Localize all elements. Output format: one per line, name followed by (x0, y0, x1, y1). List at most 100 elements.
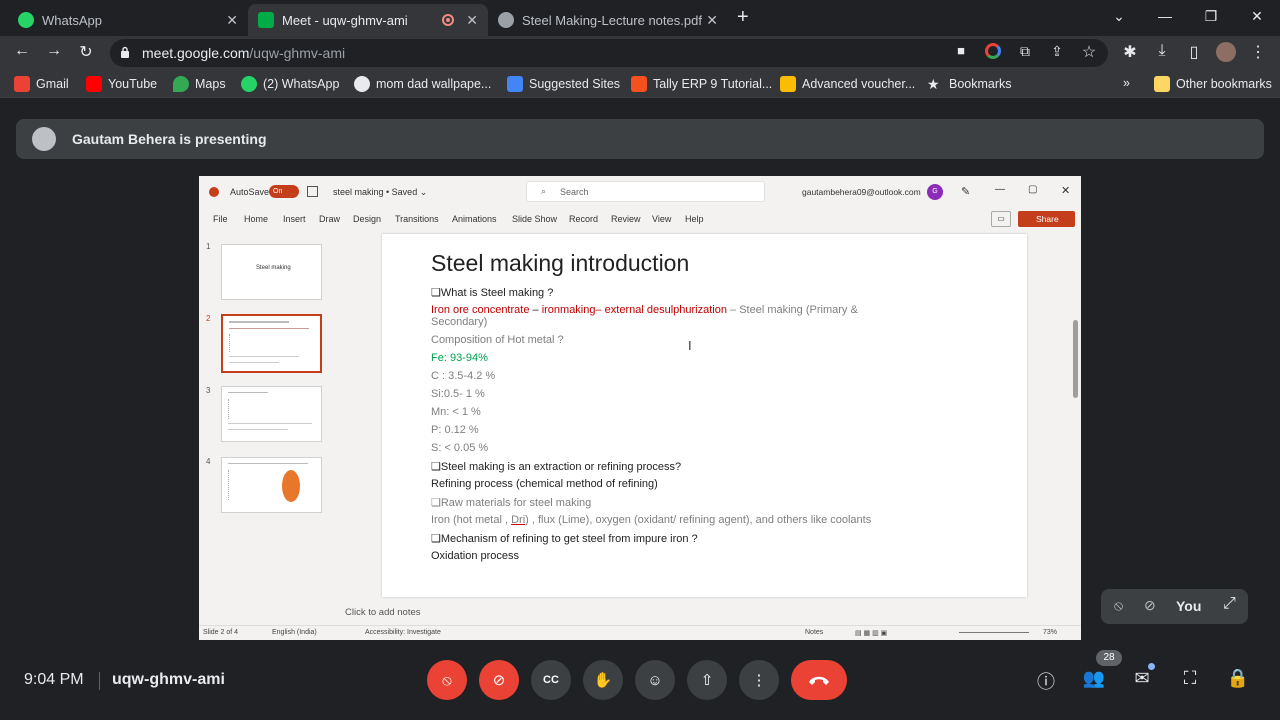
zoom-level[interactable]: 73% (1043, 629, 1057, 636)
people-icon[interactable]: 👥 (1082, 668, 1106, 692)
pen-icon[interactable]: ✎ (961, 185, 970, 198)
camera-icon[interactable]: ■ (950, 43, 972, 58)
mic-toggle-button[interactable]: ⦸ (427, 660, 467, 700)
tab-meet[interactable]: Meet - uqw-ghmv-ami ✕ (248, 4, 488, 36)
camera-toggle-button[interactable]: ⊘ (479, 660, 519, 700)
open-in-new-icon[interactable]: ⧉ (1014, 43, 1036, 60)
back-icon[interactable]: ← (11, 42, 33, 60)
ribbon-tab-home[interactable]: Home (244, 214, 268, 224)
slide-thumb-4[interactable] (221, 457, 322, 513)
tab-pdf[interactable]: Steel Making-Lecture notes.pdf ✕ (488, 4, 728, 36)
extensions-icon[interactable]: ✱ (1119, 42, 1141, 62)
star-icon[interactable]: ☆ (1078, 42, 1100, 62)
divider (99, 672, 100, 690)
mic-off-icon: ⦸ (442, 671, 452, 689)
close-icon[interactable]: ✕ (466, 12, 478, 29)
slide-thumb-2[interactable] (221, 314, 322, 373)
menu-icon[interactable]: ⋮ (1247, 42, 1269, 62)
document-name[interactable]: steel making • Saved ⌄ (333, 187, 427, 198)
end-call-button[interactable] (791, 660, 847, 700)
self-view-tile[interactable]: ⦸ ⊘ You ⤢ (1101, 589, 1248, 624)
status-slide: Slide 2 of 4 (203, 629, 239, 636)
ribbon-tab-review[interactable]: Review (611, 214, 641, 224)
reload-icon[interactable]: ↻ (75, 42, 97, 62)
whatsapp-icon (18, 12, 34, 28)
bookmark-wallpaper[interactable]: mom dad wallpape... (354, 76, 491, 92)
window-close-icon[interactable]: ✕ (1234, 4, 1280, 28)
tab-strip: WhatsApp ✕ Meet - uqw-ghmv-ami ✕ Steel M… (0, 0, 1280, 36)
bookmark-bookmarks[interactable]: ★ Bookmarks (927, 76, 1012, 92)
raise-hand-button[interactable]: ✋ (583, 660, 623, 700)
status-accessibility[interactable]: Accessibility: Investigate (365, 629, 441, 636)
bookmark-youtube[interactable]: YouTube (86, 76, 157, 92)
share-icon[interactable]: ⇪ (1046, 43, 1068, 60)
activities-icon[interactable]: ⛶ (1178, 668, 1202, 692)
close-icon[interactable]: ✕ (226, 12, 238, 29)
thumb-number: 1 (206, 242, 211, 251)
ppt-search[interactable]: ⌕ Search (526, 181, 765, 202)
ribbon-tab-insert[interactable]: Insert (283, 214, 306, 224)
ppt-titlebar: AutoSave On steel making • Saved ⌄ ⌕ Sea… (199, 176, 1081, 208)
bookmarks-overflow[interactable]: » (1123, 76, 1130, 90)
status-language: English (India) (272, 629, 317, 636)
save-icon[interactable] (307, 186, 318, 197)
minimize-icon[interactable]: — (995, 184, 1005, 195)
slide-line: C : 3.5-4.2 % (431, 370, 496, 382)
autosave-toggle[interactable]: On (269, 185, 299, 198)
slide-thumb-3[interactable] (221, 386, 322, 442)
reactions-button[interactable]: ☺ (635, 660, 675, 700)
captions-button[interactable]: CC (531, 660, 571, 700)
bookmark-whatsapp[interactable]: (2) WhatsApp (241, 76, 339, 92)
zoom-slider[interactable] (959, 632, 1029, 633)
host-controls-icon[interactable]: 🔒 (1226, 668, 1250, 692)
thumb-number: 2 (206, 314, 211, 323)
ribbon-tab-file[interactable]: File (213, 214, 228, 224)
close-icon[interactable]: ✕ (1061, 184, 1070, 197)
bookmark-tally[interactable]: Tally ERP 9 Tutorial... (631, 76, 772, 92)
forward-icon[interactable]: → (43, 42, 65, 60)
restore-icon[interactable]: ▢ (1028, 184, 1037, 195)
restore-icon[interactable]: ❐ (1188, 4, 1234, 28)
minimize-icon[interactable]: — (1142, 4, 1188, 28)
profile-avatar[interactable] (1215, 42, 1237, 67)
expand-icon[interactable]: ⤢ (1223, 595, 1236, 613)
notes-button[interactable]: Notes (805, 629, 823, 636)
close-icon[interactable]: ✕ (706, 12, 718, 29)
bookmark-label: mom dad wallpape... (376, 77, 492, 91)
slide-scrollbar[interactable] (1072, 234, 1079, 589)
chat-icon[interactable]: ✉ (1130, 668, 1154, 692)
ribbon-tab-view[interactable]: View (652, 214, 671, 224)
ribbon-tab-design[interactable]: Design (353, 214, 381, 224)
view-icons[interactable]: ▤ ▦ ▥ ▣ (855, 629, 887, 637)
share-button[interactable]: Share (1018, 211, 1075, 227)
bookmark-gmail[interactable]: Gmail (14, 76, 69, 92)
tab-search-icon[interactable]: ⌄ (1096, 4, 1142, 28)
scrollbar-thumb[interactable] (1073, 320, 1078, 398)
present-button[interactable]: ⇧ (687, 660, 727, 700)
bookmark-maps[interactable]: Maps (173, 76, 226, 92)
ribbon-tab-draw[interactable]: Draw (319, 214, 340, 224)
comments-icon[interactable]: ▭ (991, 211, 1011, 227)
ribbon-tab-transitions[interactable]: Transitions (395, 214, 439, 224)
notes-pane[interactable]: Click to add notes (331, 602, 1081, 624)
ribbon-tab-help[interactable]: Help (685, 214, 704, 224)
thumb-line (228, 392, 268, 393)
tab-whatsapp[interactable]: WhatsApp ✕ (8, 4, 248, 36)
slide-thumb-1[interactable]: Steel making (221, 244, 322, 300)
address-bar[interactable]: meet.google.com/uqw-ghmv-ami ■ ⧉ ⇪ ☆ (110, 39, 1108, 67)
side-panel-icon[interactable]: ▯ (1183, 42, 1205, 62)
ribbon-tab-animations[interactable]: Animations (452, 214, 497, 224)
ribbon-tabs: File Home Insert Draw Design Transitions… (199, 208, 1081, 230)
info-icon[interactable]: ⓘ (1034, 668, 1058, 692)
new-tab-icon[interactable]: + (737, 6, 749, 29)
bookmark-advanced-voucher[interactable]: Advanced voucher... (780, 76, 915, 92)
download-icon[interactable]: ⤓ (1151, 42, 1173, 60)
ribbon-tab-slideshow[interactable]: Slide Show (512, 214, 557, 224)
account-avatar[interactable]: G (927, 184, 943, 200)
ribbon-tab-record[interactable]: Record (569, 214, 598, 224)
other-bookmarks[interactable]: Other bookmarks (1154, 76, 1272, 92)
bookmark-suggested[interactable]: Suggested Sites (507, 76, 620, 92)
more-options-button[interactable]: ⋮ (739, 660, 779, 700)
slide-title: Steel making introduction (431, 250, 690, 276)
google-icon[interactable] (982, 43, 1004, 64)
